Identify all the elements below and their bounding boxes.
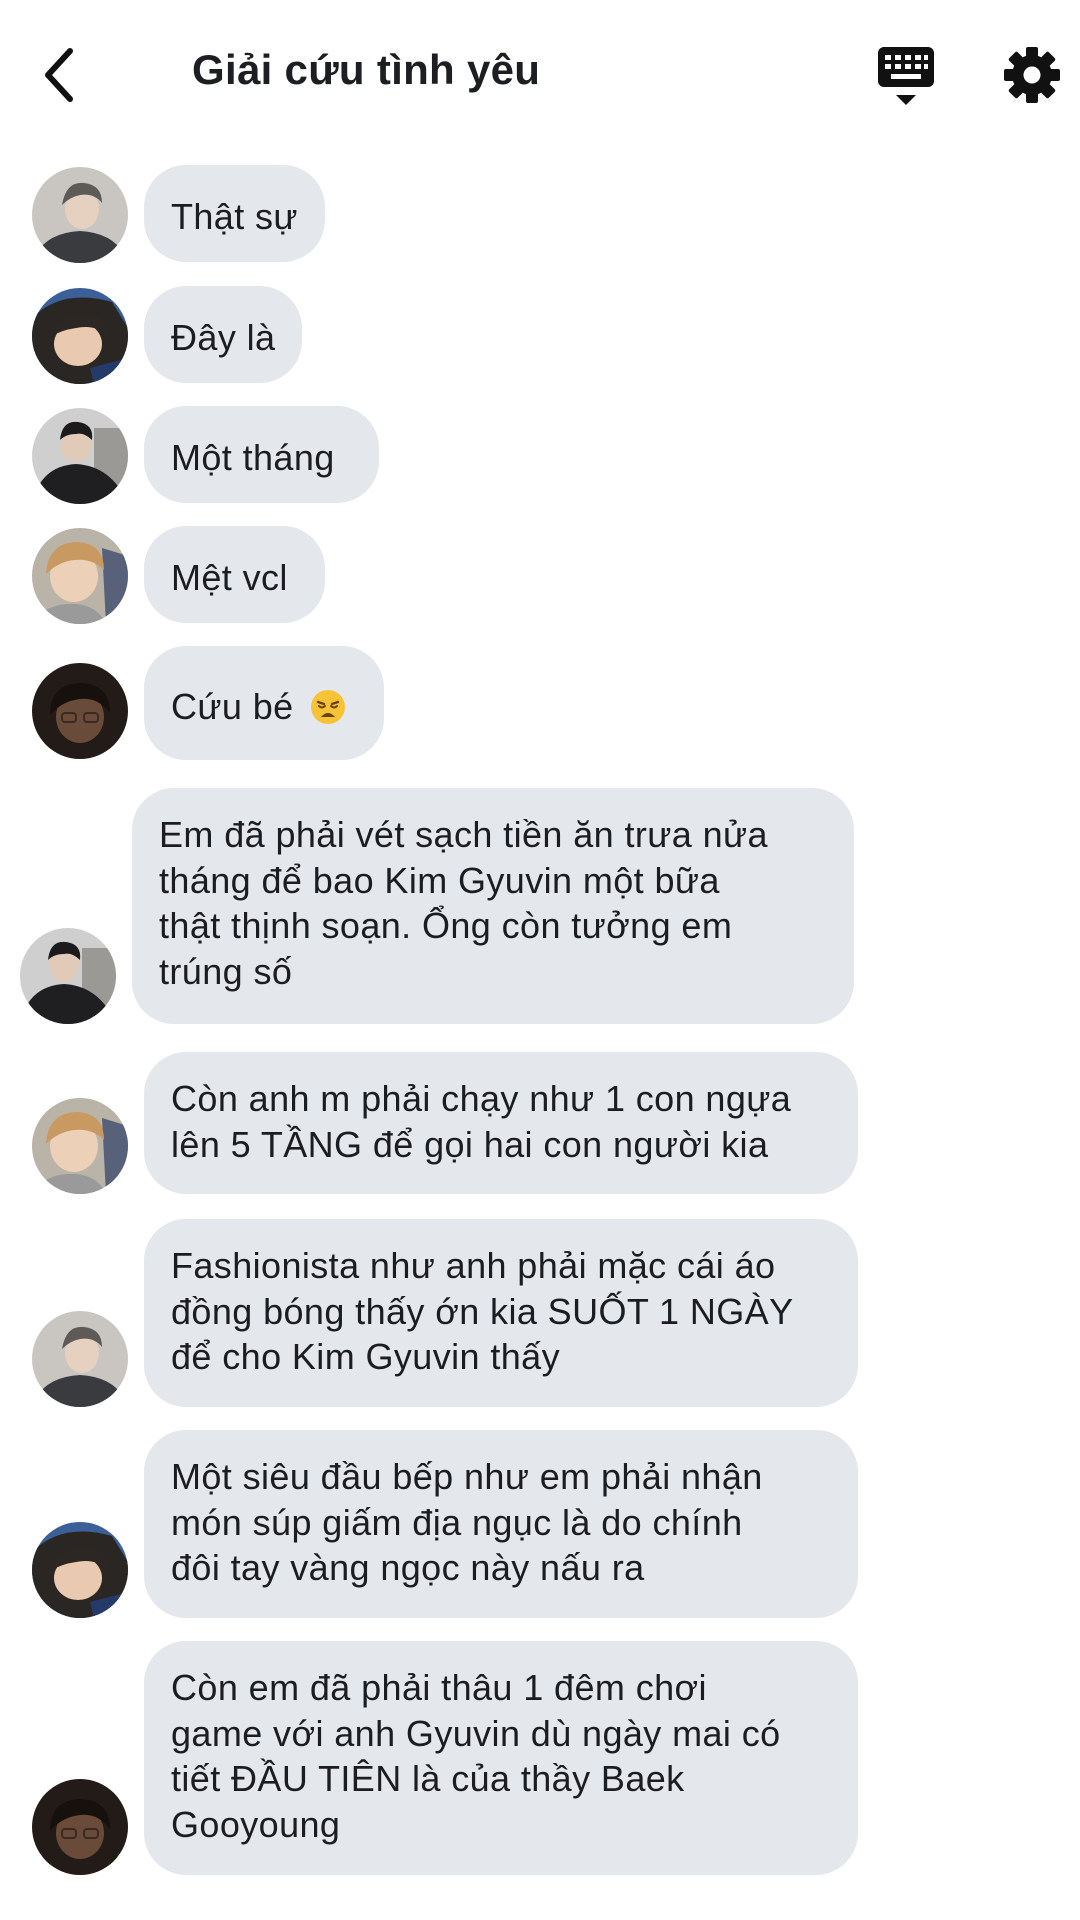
message-bubble[interactable]: Còn em đã phải thâu 1 đêm chơi game với … xyxy=(144,1641,858,1875)
message-line: Fashionista như anh phải mặc cái áo xyxy=(171,1245,776,1286)
message-list: Thật sự Đây là Một tháng Mệt vcl Cứu bé … xyxy=(0,0,1080,1920)
avatar[interactable] xyxy=(32,288,128,384)
avatar[interactable] xyxy=(32,1311,128,1407)
message-text: Đây là xyxy=(171,317,276,358)
message-bubble[interactable]: Thật sự xyxy=(144,165,325,262)
message-bubble[interactable]: Một tháng xyxy=(144,406,379,503)
message-line: thật thịnh soạn. Ổng còn tưởng em xyxy=(159,905,733,946)
avatar[interactable] xyxy=(20,928,116,1024)
avatar[interactable] xyxy=(32,1098,128,1194)
message-line: lên 5 TẦNG để gọi hai con người kia xyxy=(171,1123,769,1165)
message-line: tháng để bao Kim Gyuvin một bữa xyxy=(159,859,720,901)
message-line: đồng bóng thấy ớn kia SUỐT 1 NGÀY xyxy=(171,1290,794,1332)
message-text: Thật sự xyxy=(171,196,298,237)
message-bubble[interactable]: Đây là xyxy=(144,286,302,383)
avatar[interactable] xyxy=(32,663,128,759)
message-line: tiết ĐẦU TIÊN là của thầy Baek xyxy=(171,1758,685,1799)
message-text: Cứu bé xyxy=(171,686,294,727)
message-bubble[interactable]: Fashionista như anh phải mặc cái áo đồng… xyxy=(144,1219,858,1407)
message-bubble[interactable]: Mệt vcl xyxy=(144,526,325,623)
message-line: Còn anh m phải chạy như 1 con ngựa xyxy=(171,1078,792,1119)
message-line: Còn em đã phải thâu 1 đêm chơi xyxy=(171,1667,707,1708)
message-bubble[interactable]: Còn anh m phải chạy như 1 con ngựa lên 5… xyxy=(144,1052,858,1194)
message-line: Một siêu đầu bếp như em phải nhận xyxy=(171,1456,763,1497)
avatar[interactable] xyxy=(32,408,128,504)
avatar[interactable] xyxy=(32,528,128,624)
message-text: Một tháng xyxy=(171,437,335,478)
message-bubble[interactable]: Một siêu đầu bếp như em phải nhận món sú… xyxy=(144,1430,858,1618)
message-line: game với anh Gyuvin dù ngày mai có xyxy=(171,1712,781,1754)
message-line: đôi tay vàng ngọc này nấu ra xyxy=(171,1547,645,1588)
message-line: trúng số xyxy=(159,950,293,992)
weary-face-icon xyxy=(310,689,346,736)
message-line: để cho Kim Gyuvin thấy xyxy=(171,1336,560,1377)
message-line: món súp giấm địa ngục là do chính xyxy=(171,1501,743,1543)
message-text: Mệt vcl xyxy=(171,557,288,598)
message-bubble[interactable]: Cứu bé xyxy=(144,646,384,760)
message-bubble[interactable]: Em đã phải vét sạch tiền ăn trưa nửa thá… xyxy=(132,788,854,1024)
message-line: Gooyoung xyxy=(171,1803,341,1845)
message-line: Cứu bé xyxy=(171,684,356,736)
avatar[interactable] xyxy=(32,1522,128,1618)
message-line: Em đã phải vét sạch tiền ăn trưa nửa xyxy=(159,814,768,855)
avatar[interactable] xyxy=(32,167,128,263)
avatar[interactable] xyxy=(32,1779,128,1875)
